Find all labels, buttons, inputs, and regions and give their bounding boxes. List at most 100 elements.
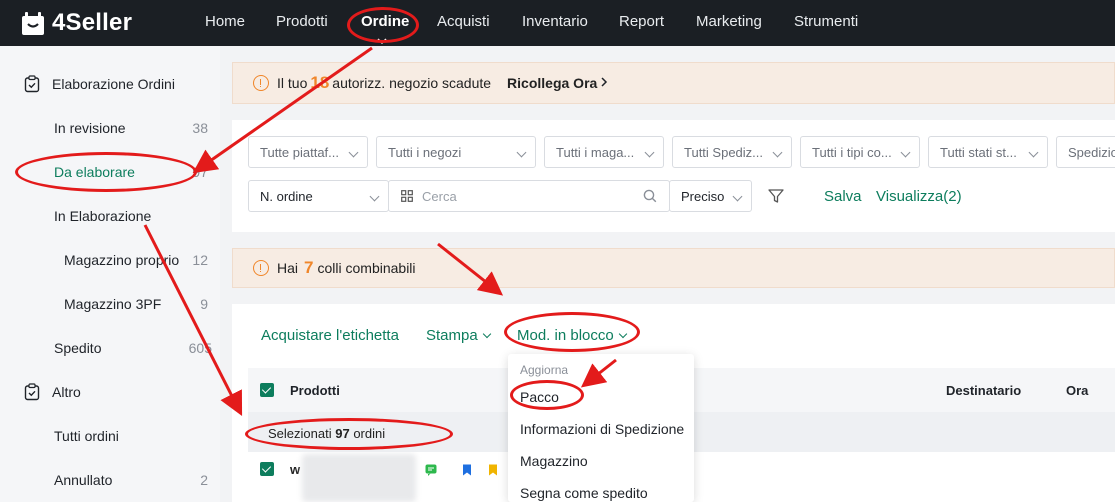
warehouse-select[interactable]: Tutti i maga... [544, 136, 664, 168]
sidebar-item-count: 2 [200, 472, 208, 488]
order-id: w [290, 462, 301, 477]
chevron-down-icon [900, 147, 911, 158]
select-value: Tutti i maga... [556, 144, 635, 160]
reconnect-link[interactable]: Ricollega Ora [507, 75, 597, 91]
sidebar-item-annullato[interactable]: Annullato 2 [0, 458, 220, 502]
nav-strumenti[interactable]: Strumenti [794, 13, 858, 30]
nav-acquisti[interactable]: Acquisti [437, 13, 490, 30]
notice-text-post: autorizz. negozio scadute [332, 75, 492, 91]
search-icon [643, 189, 657, 206]
clipboard-check-icon [24, 383, 40, 404]
view-button[interactable]: Visualizza(2) [876, 188, 962, 205]
sidebar-item-da-elaborare[interactable]: Da elaborare 97 [0, 150, 220, 194]
sidebar-section-title: Altro [52, 384, 81, 400]
notice-text-pre: Hai [277, 260, 299, 276]
store-select[interactable]: Tutti i negozi [376, 136, 536, 168]
bulk-edit-menu: Aggiorna Pacco Informazioni di Spedizion… [508, 354, 694, 502]
chevron-down-icon [369, 191, 380, 202]
chevron-down-icon [732, 191, 743, 202]
select-all-checkbox[interactable] [260, 383, 274, 397]
sidebar-item-count: 97 [192, 164, 208, 180]
logo-icon [20, 11, 46, 35]
row-checkbox[interactable] [260, 462, 274, 476]
notice-count: 7 [304, 258, 314, 277]
sidebar-item-label: Magazzino 3PF [64, 296, 162, 312]
nav-report[interactable]: Report [619, 13, 664, 30]
chevron-down-icon [376, 32, 388, 48]
select-value: Tutti Spediz... [684, 144, 763, 160]
menu-item-pacco[interactable]: Pacco [520, 389, 559, 405]
app-name: 4Seller [52, 9, 133, 36]
sidebar-item-count: 38 [192, 120, 208, 136]
warning-icon [253, 75, 269, 91]
notice-count: 18 [310, 73, 330, 92]
chevron-down-icon [348, 147, 359, 158]
sidebar-item-tutti-ordini[interactable]: Tutti ordini [0, 414, 220, 458]
chevron-down-icon [618, 329, 627, 339]
save-button[interactable]: Salva [824, 188, 862, 205]
sidebar-item-in-revisione[interactable]: In revisione 38 [0, 106, 220, 150]
selected-post: ordini [353, 426, 386, 441]
match-mode-select[interactable]: Preciso [669, 180, 752, 212]
print-dropdown[interactable]: Stampa [426, 327, 491, 344]
flag-blue-icon[interactable] [462, 463, 472, 479]
sidebar-item-label: In revisione [54, 120, 126, 136]
selected-count: 97 [335, 426, 350, 441]
nav-marketing[interactable]: Marketing [696, 13, 762, 30]
chevron-down-icon [482, 329, 491, 339]
chevron-down-icon [644, 147, 655, 158]
selected-text: Selezionati 97 ordini [268, 426, 385, 441]
sidebar-section-altro[interactable]: Altro [0, 370, 220, 414]
select-value: Tutti stati st... [940, 144, 1017, 160]
sidebar-item-spedito[interactable]: Spedito 605 [0, 326, 220, 370]
top-navigation-bar: 4Seller Home Prodotti Ordine Acquisti In… [0, 0, 1115, 46]
nav-inventario[interactable]: Inventario [522, 13, 588, 30]
buy-label-button[interactable]: Acquistare l'etichetta [261, 327, 399, 344]
blurred-order-id [302, 454, 416, 502]
search-input[interactable]: Cerca [388, 180, 670, 212]
status-select[interactable]: Tutti stati st... [928, 136, 1048, 168]
sidebar-item-count: 9 [200, 296, 208, 312]
sidebar-item-label: Annullato [54, 472, 113, 488]
select-value: Tutti i negozi [388, 144, 462, 160]
shipment-select[interactable]: Spedizio [1056, 136, 1115, 168]
select-value: Preciso [681, 188, 725, 204]
column-time: Ora [1066, 383, 1089, 398]
search-field-select[interactable]: N. ordine [248, 180, 389, 212]
chevron-down-icon [1028, 147, 1039, 158]
sidebar-item-magazzino-proprio[interactable]: Magazzino proprio 12 [0, 238, 220, 282]
selected-pre: Selezionati [268, 426, 332, 441]
nav-prodotti[interactable]: Prodotti [276, 13, 328, 30]
filter-icon[interactable] [767, 187, 785, 208]
menu-item-mark-shipped[interactable]: Segna come spedito [520, 485, 648, 501]
platform-select[interactable]: Tutte piattaf... [248, 136, 368, 168]
notice-text-post: colli combinabili [317, 260, 416, 276]
menu-item-shipping-info[interactable]: Informazioni di Spedizione [520, 421, 684, 437]
sidebar: Elaborazione Ordini In revisione 38 Da e… [0, 46, 220, 502]
shipping-select[interactable]: Tutti Spediz... [672, 136, 792, 168]
sidebar-section-order-processing[interactable]: Elaborazione Ordini [0, 62, 220, 106]
nav-ordine[interactable]: Ordine [361, 13, 409, 30]
nav-home[interactable]: Home [205, 13, 245, 30]
type-select[interactable]: Tutti i tipi co... [800, 136, 920, 168]
message-icon[interactable] [425, 463, 437, 479]
bulk-edit-dropdown[interactable]: Mod. in blocco [517, 327, 627, 344]
clipboard-check-icon [24, 75, 40, 96]
sidebar-section-title: Elaborazione Ordini [52, 76, 175, 92]
sidebar-item-count: 12 [192, 252, 208, 268]
warning-icon [253, 260, 269, 276]
sidebar-item-label: Tutti ordini [54, 428, 119, 444]
flag-yellow-icon[interactable] [488, 463, 498, 479]
app-logo[interactable]: 4Seller [20, 8, 132, 38]
menu-item-warehouse[interactable]: Magazzino [520, 453, 588, 469]
print-label: Stampa [426, 327, 478, 344]
sidebar-item-in-elaborazione[interactable]: In Elaborazione [0, 194, 220, 238]
select-value: N. ordine [260, 188, 313, 204]
sidebar-item-magazzino-3pf[interactable]: Magazzino 3PF 9 [0, 282, 220, 326]
bulk-edit-label: Mod. in blocco [517, 327, 614, 344]
sidebar-item-label: In Elaborazione [54, 208, 152, 224]
sidebar-item-label: Magazzino proprio [64, 252, 180, 268]
select-value: Tutti i tipi co... [812, 144, 892, 160]
select-value: Spedizio [1068, 144, 1115, 160]
column-products: Prodotti [290, 383, 340, 398]
